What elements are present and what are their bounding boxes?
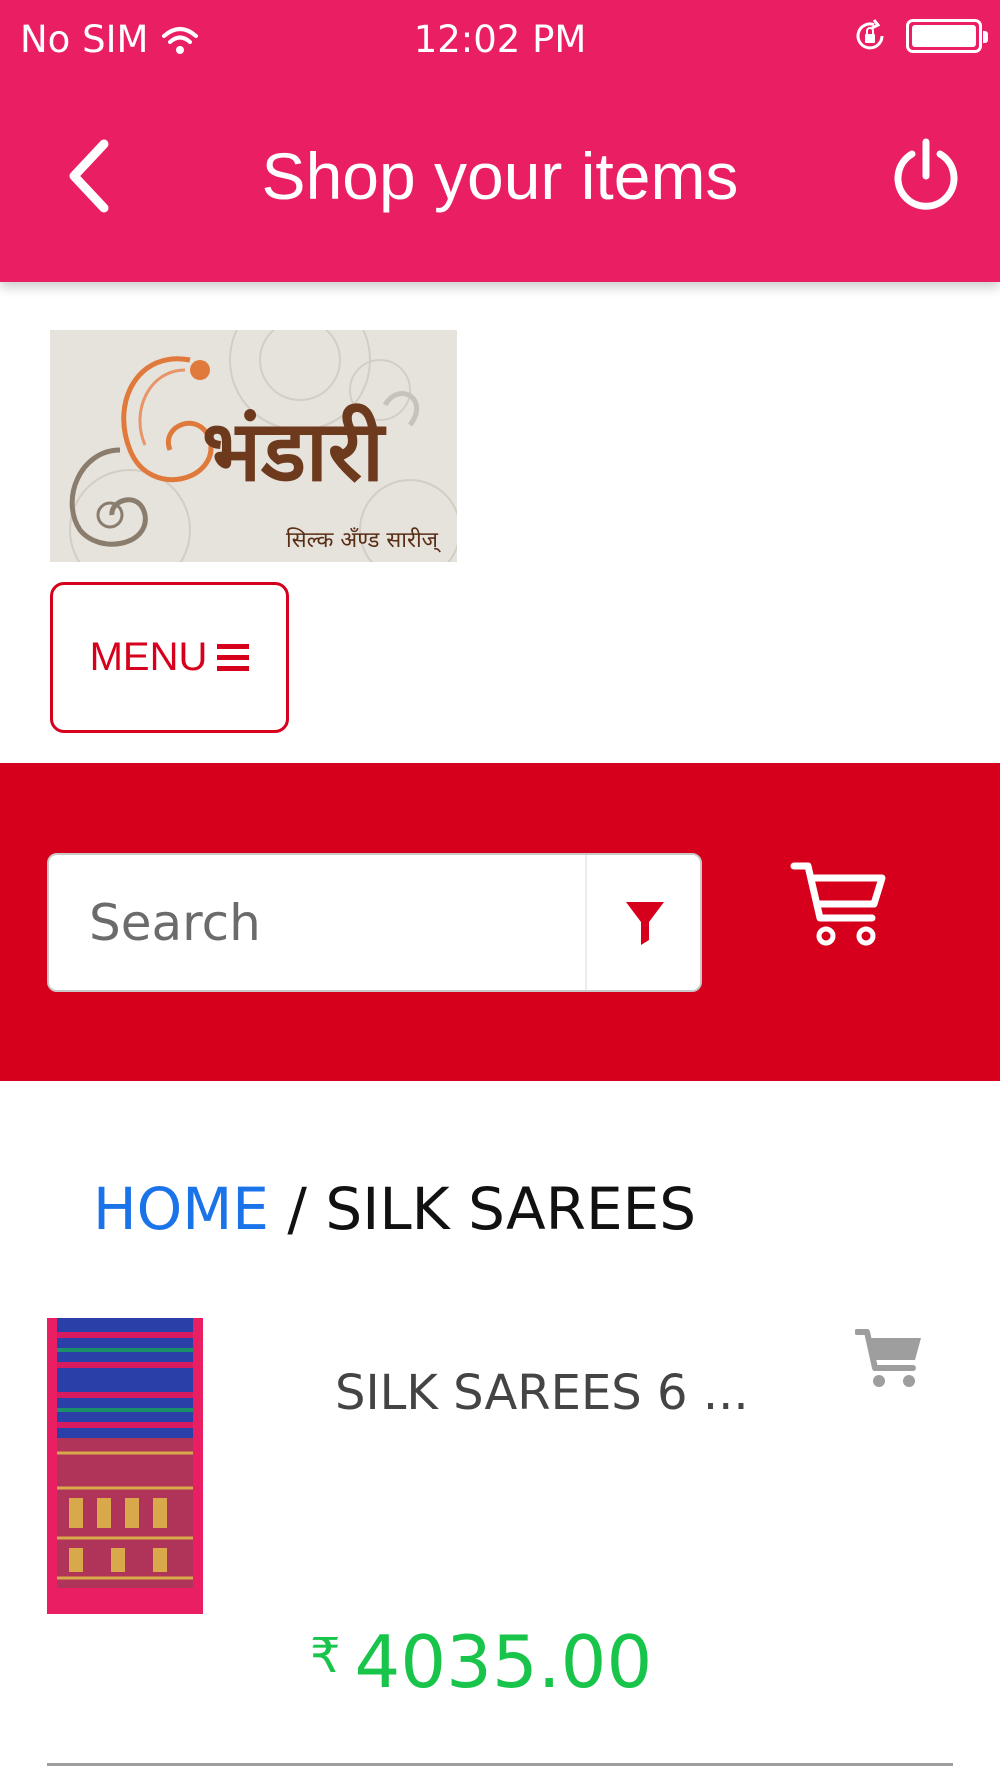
breadcrumb: HOME / SILK SAREES — [93, 1175, 696, 1243]
add-to-cart-icon[interactable] — [855, 1328, 923, 1390]
logo-wordmark: भंडारी — [202, 401, 384, 500]
breadcrumb-home-link[interactable]: HOME — [93, 1175, 269, 1243]
status-bar: No SIM 12:02 PM — [0, 0, 1000, 80]
store-logo: भंडारी सिल्क अँण्ड सारीज् — [50, 330, 457, 562]
search-input[interactable] — [49, 855, 585, 990]
status-time: 12:02 PM — [413, 18, 587, 61]
menu-button[interactable]: MENU — [50, 582, 289, 733]
product-price: ₹4035.00 — [310, 1620, 652, 1704]
battery-icon — [906, 19, 988, 53]
hamburger-icon — [217, 644, 250, 671]
saree-thumbnail — [47, 1318, 203, 1614]
search-box — [47, 853, 702, 992]
product-image[interactable] — [47, 1318, 203, 1614]
cart-icon[interactable] — [790, 860, 890, 950]
filter-button[interactable] — [585, 855, 700, 990]
power-icon[interactable] — [890, 138, 962, 216]
filter-icon — [625, 901, 664, 945]
breadcrumb-current: SILK SAREES — [325, 1175, 697, 1243]
logo-subtitle: सिल्क अँण्ड सारीज् — [286, 528, 438, 553]
breadcrumb-separator: / — [287, 1175, 307, 1243]
page-title: Shop your items — [261, 139, 739, 213]
price-amount: 4035.00 — [354, 1620, 653, 1704]
app-header: No SIM 12:02 PM Shop your items — [0, 0, 1000, 282]
currency-symbol: ₹ — [310, 1628, 341, 1684]
status-right-icons — [852, 18, 988, 54]
menu-label: MENU — [89, 635, 208, 679]
shop-screen: No SIM 12:02 PM Shop your items भंडारी स… — [0, 0, 1000, 1778]
product-divider — [47, 1763, 953, 1766]
product-name[interactable]: SILK SAREES 6 ... — [335, 1365, 749, 1421]
orientation-lock-icon — [856, 19, 884, 50]
